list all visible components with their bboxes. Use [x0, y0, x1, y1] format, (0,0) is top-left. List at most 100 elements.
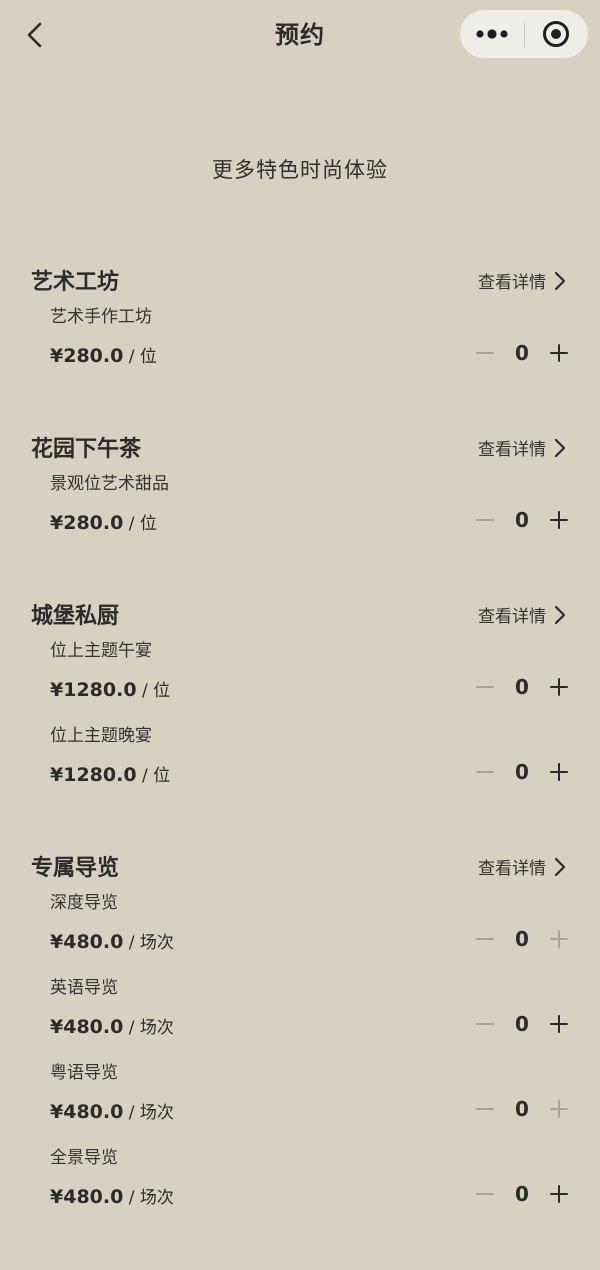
- list-item: 位上主题晚宴 ¥1280.0 / 位 0: [0, 719, 600, 804]
- item-name: 艺术手作工坊: [50, 307, 152, 327]
- quantity-stepper: 0: [470, 924, 574, 954]
- quantity-value: 0: [515, 341, 529, 365]
- minus-icon: [476, 519, 494, 521]
- plus-icon: [550, 1015, 568, 1033]
- view-details-label: 查看详情: [478, 607, 546, 627]
- view-details-link[interactable]: 查看详情: [478, 268, 566, 293]
- price-unit: / 场次: [123, 1018, 174, 1038]
- minus-icon: [476, 938, 494, 940]
- item-name: 位上主题晚宴: [50, 726, 152, 746]
- price-unit: / 位: [123, 347, 157, 367]
- increment-button[interactable]: [544, 672, 574, 702]
- view-details-label: 查看详情: [478, 273, 546, 293]
- chevron-right-icon: [554, 271, 566, 290]
- view-details-link[interactable]: 查看详情: [478, 854, 566, 879]
- quantity-stepper: 0: [470, 1009, 574, 1039]
- view-details-link[interactable]: 查看详情: [478, 602, 566, 627]
- item-name: 粤语导览: [50, 1063, 118, 1083]
- decrement-button[interactable]: [470, 1094, 500, 1124]
- increment-button[interactable]: [544, 1094, 574, 1124]
- item-price: ¥1280.0 / 位: [50, 676, 170, 701]
- plus-icon: [550, 1100, 568, 1118]
- minus-icon: [476, 771, 494, 773]
- section-0: 艺术工坊 查看详情艺术手作工坊 ¥280.0 / 位 0: [0, 262, 600, 385]
- minus-icon: [476, 352, 494, 354]
- decrement-button[interactable]: [470, 757, 500, 787]
- quantity-value: 0: [515, 927, 529, 951]
- price-amount: ¥480.0: [50, 1016, 124, 1038]
- section-title: 花园下午茶: [31, 437, 142, 462]
- item-price: ¥480.0 / 场次: [50, 1013, 174, 1038]
- quantity-value: 0: [515, 1097, 529, 1121]
- chevron-right-icon: [554, 857, 566, 876]
- quantity-value: 0: [515, 1012, 529, 1036]
- increment-button[interactable]: [544, 505, 574, 535]
- increment-button[interactable]: [544, 1009, 574, 1039]
- plus-icon: [550, 763, 568, 781]
- section-1: 花园下午茶 查看详情景观位艺术甜品 ¥280.0 / 位 0: [0, 429, 600, 552]
- decrement-button[interactable]: [470, 505, 500, 535]
- price-amount: ¥1280.0: [50, 679, 137, 701]
- quantity-stepper: 0: [470, 1179, 574, 1209]
- item-name: 位上主题午宴: [50, 641, 152, 661]
- quantity-stepper: 0: [470, 338, 574, 368]
- increment-button[interactable]: [544, 757, 574, 787]
- item-price: ¥480.0 / 场次: [50, 1098, 174, 1123]
- list-item: 位上主题午宴 ¥1280.0 / 位 0: [0, 634, 600, 719]
- price-unit: / 位: [123, 514, 157, 534]
- section-header: 花园下午茶 查看详情: [0, 429, 600, 465]
- section-title: 艺术工坊: [31, 270, 120, 295]
- plus-icon: [550, 678, 568, 696]
- plus-icon: [550, 344, 568, 362]
- price-amount: ¥280.0: [50, 345, 124, 367]
- item-price: ¥480.0 / 场次: [50, 1183, 174, 1208]
- quantity-value: 0: [515, 760, 529, 784]
- increment-button[interactable]: [544, 1179, 574, 1209]
- price-amount: ¥1280.0: [50, 764, 137, 786]
- chevron-wrap: [554, 271, 566, 291]
- section-header: 城堡私厨 查看详情: [0, 596, 600, 632]
- more-dots-icon: [476, 29, 508, 39]
- price-unit: / 位: [136, 681, 171, 701]
- section-title: 专属导览: [31, 856, 120, 881]
- price-amount: ¥480.0: [50, 931, 124, 953]
- decrement-button[interactable]: [470, 672, 500, 702]
- price-unit: / 场次: [123, 1103, 174, 1123]
- price-amount: ¥480.0: [50, 1186, 124, 1208]
- list-item: 英语导览 ¥480.0 / 场次 0: [0, 971, 600, 1056]
- quantity-value: 0: [515, 1182, 529, 1206]
- item-price: ¥480.0 / 场次: [50, 928, 174, 953]
- price-unit: / 位: [136, 766, 171, 786]
- decrement-button[interactable]: [470, 338, 500, 368]
- decrement-button[interactable]: [470, 1009, 500, 1039]
- decrement-button[interactable]: [470, 924, 500, 954]
- section-header: 专属导览 查看详情: [0, 848, 600, 884]
- list-item: 景观位艺术甜品 ¥280.0 / 位 0: [0, 467, 600, 552]
- section-2: 城堡私厨 查看详情位上主题午宴 ¥1280.0 / 位 0 位上主题晚宴 ¥1280.0 …: [0, 596, 600, 804]
- close-button[interactable]: [525, 10, 589, 58]
- list-item: 艺术手作工坊 ¥280.0 / 位 0: [0, 300, 600, 385]
- chevron-right-icon: [554, 438, 566, 457]
- increment-button[interactable]: [544, 924, 574, 954]
- quantity-value: 0: [515, 508, 529, 532]
- view-details-link[interactable]: 查看详情: [478, 435, 566, 460]
- section-title: 城堡私厨: [31, 604, 120, 629]
- booking-list: 艺术工坊 查看详情 艺术手作工坊 ¥280.0 / 位 0 花园下午茶 查看详情 景观位艺术甜…: [0, 262, 600, 1270]
- item-name: 全景导览: [50, 1148, 118, 1168]
- more-button[interactable]: [460, 10, 524, 58]
- list-item: 全景导览 ¥480.0 / 场次 0: [0, 1141, 600, 1226]
- section-header: 艺术工坊 查看详情: [0, 262, 600, 298]
- chevron-right-icon: [554, 605, 566, 624]
- quantity-stepper: 0: [470, 672, 574, 702]
- increment-button[interactable]: [544, 338, 574, 368]
- item-name: 景观位艺术甜品: [50, 474, 169, 494]
- plus-icon: [550, 930, 568, 948]
- item-name: 深度导览: [50, 893, 118, 913]
- quantity-stepper: 0: [470, 757, 574, 787]
- decrement-button[interactable]: [470, 1179, 500, 1209]
- item-name: 英语导览: [50, 978, 118, 998]
- list-item: 深度导览 ¥480.0 / 场次 0: [0, 886, 600, 971]
- page-subtitle: 更多特色时尚体验: [212, 158, 388, 182]
- quantity-stepper: 0: [470, 505, 574, 535]
- item-price: ¥280.0 / 位: [50, 509, 157, 534]
